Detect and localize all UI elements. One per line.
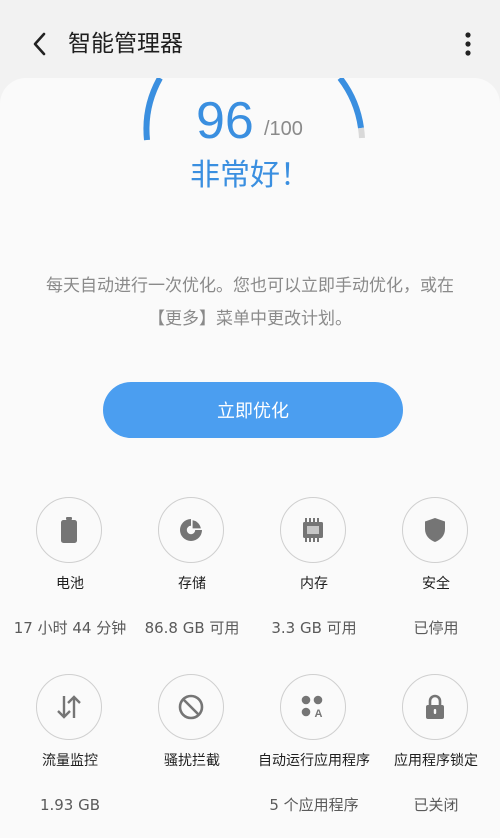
auto-run-apps-button[interactable]: A — [280, 674, 346, 740]
lock-icon — [426, 694, 444, 719]
storage-button[interactable] — [158, 497, 224, 563]
tile-label: 流量监控 — [42, 753, 98, 769]
tile-label: 应用程序锁定 — [394, 753, 478, 769]
call-blocking-button[interactable] — [158, 674, 224, 740]
app-lock-button[interactable] — [402, 674, 468, 740]
block-icon — [178, 694, 204, 720]
svg-text:A: A — [315, 708, 323, 720]
tile-value: 已关闭 — [413, 796, 459, 814]
optimize-now-button[interactable]: 立即优化 — [103, 382, 403, 438]
tile-label: 自动运行应用程序 — [258, 753, 370, 769]
gauge-progress-right — [337, 78, 364, 129]
tile-label: 电池 — [56, 576, 84, 592]
memory-button[interactable] — [280, 497, 346, 563]
tile-label: 骚扰拦截 — [164, 753, 220, 769]
shield-icon — [425, 518, 445, 542]
score-status: 非常好！ — [190, 158, 310, 193]
data-monitor-button[interactable] — [36, 674, 102, 740]
score-value: 96 — [196, 92, 254, 150]
data-transfer-icon — [57, 695, 81, 719]
optimization-description: 每天自动进行一次优化。您也可以立即手动优化，或在【更多】菜单中更改计划。 — [46, 276, 454, 329]
tile-value: 86.8 GB 可用 — [144, 619, 240, 637]
battery-button[interactable] — [36, 497, 102, 563]
back-arrow-icon — [33, 32, 46, 56]
main-card: 96 /100 非常好！ 每天自动进行一次优化。您也可以立即手动优化，或在【更多… — [0, 78, 500, 838]
score-max: /100 — [264, 118, 303, 140]
battery-icon — [61, 517, 77, 543]
memory-chip-icon — [303, 518, 323, 542]
gauge-remainder — [358, 127, 365, 139]
page-title: 智能管理器 — [68, 31, 183, 57]
tile-label: 存储 — [178, 576, 206, 592]
tile-label: 安全 — [422, 576, 450, 592]
tile-value: 5 个应用程序 — [269, 796, 359, 814]
more-options-button[interactable] — [450, 26, 486, 62]
tile-value: 17 小时 44 分钟 — [13, 619, 127, 637]
tile-label: 内存 — [300, 576, 328, 592]
gauge-progress-left — [143, 78, 163, 141]
more-vertical-icon — [465, 32, 471, 56]
app-header: 智能管理器 — [0, 0, 500, 84]
auto-run-apps-icon: A — [301, 695, 323, 720]
tile-value: 已停用 — [413, 619, 459, 637]
storage-pie-icon — [180, 518, 203, 541]
tile-value: 3.3 GB 可用 — [271, 619, 357, 637]
tile-value: 1.93 GB — [39, 796, 101, 814]
security-button[interactable] — [402, 497, 468, 563]
back-button[interactable] — [22, 24, 58, 64]
